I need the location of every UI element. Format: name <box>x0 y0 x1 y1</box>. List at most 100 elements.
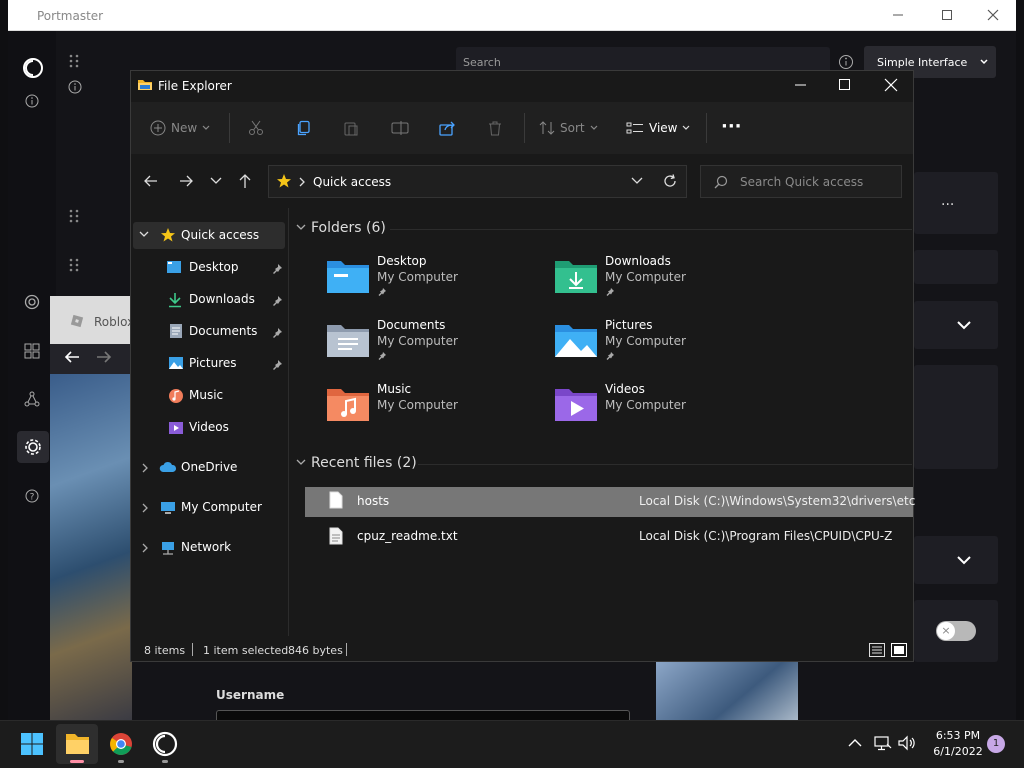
minimize-icon[interactable] <box>890 7 906 23</box>
trash-icon <box>489 121 501 136</box>
chevron-down-icon[interactable] <box>955 553 973 567</box>
start-windows-icon[interactable] <box>20 732 44 756</box>
portmaster-taskbar-icon[interactable] <box>152 731 178 763</box>
expand-chevron-icon[interactable] <box>139 231 149 239</box>
copy-button[interactable] <box>296 118 312 138</box>
desktop-folder-icon[interactable] <box>326 257 370 295</box>
recent-files-section-header[interactable]: Recent files (2) <box>311 455 417 471</box>
nav-item-network[interactable]: Network <box>181 540 231 554</box>
collapse-chevron-icon[interactable] <box>296 224 306 232</box>
back-arrow-icon[interactable] <box>63 349 81 365</box>
status-divider <box>346 643 347 656</box>
recent-file-name[interactable]: cpuz_readme.txt <box>357 529 458 543</box>
pin-icon[interactable] <box>271 359 283 371</box>
folder-name[interactable]: Downloads <box>605 254 671 268</box>
chrome-icon[interactable] <box>109 732 133 763</box>
close-icon[interactable] <box>884 78 898 92</box>
folder-name[interactable]: Pictures <box>605 318 653 332</box>
music-folder-icon[interactable] <box>326 385 370 423</box>
status-divider <box>192 643 193 656</box>
settings-button[interactable] <box>17 431 49 463</box>
details-view-icon[interactable] <box>869 643 885 657</box>
sort-button[interactable]: Sort <box>539 118 598 138</box>
recent-file-name[interactable]: hosts <box>357 494 389 508</box>
pane-divider[interactable] <box>288 208 289 636</box>
folders-section-header[interactable]: Folders (6) <box>311 220 386 236</box>
chevron-up-icon[interactable] <box>848 738 862 748</box>
rename-button[interactable] <box>391 118 409 138</box>
back-arrow-icon[interactable] <box>143 174 159 188</box>
document-icon <box>169 323 183 339</box>
active-indicator <box>70 760 84 763</box>
nav-item-onedrive[interactable]: OneDrive <box>181 460 237 474</box>
nav-item-videos[interactable]: Videos <box>189 420 229 434</box>
minimize-icon[interactable] <box>793 78 809 92</box>
chevron-down-icon[interactable] <box>955 318 973 332</box>
nav-item-my-computer[interactable]: My Computer <box>181 500 262 514</box>
apps-icon[interactable] <box>24 343 44 363</box>
nav-item-downloads[interactable]: Downloads <box>189 292 255 306</box>
network-icon[interactable] <box>24 391 44 411</box>
folder-name[interactable]: Music <box>377 382 411 396</box>
view-button[interactable]: View <box>626 118 690 138</box>
chevron-down-icon <box>683 125 690 130</box>
folder-name[interactable]: Desktop <box>377 254 427 268</box>
folder-location: My Computer <box>605 334 686 348</box>
nav-item-pictures[interactable]: Pictures <box>189 356 237 370</box>
recent-locations-chevron-icon[interactable] <box>210 177 222 185</box>
clock-time[interactable]: 6:53 PM <box>930 729 986 742</box>
downloads-folder-icon[interactable] <box>554 257 598 295</box>
tiles-view-icon[interactable] <box>891 643 907 657</box>
collapse-chevron-icon[interactable] <box>296 459 306 467</box>
more-options-icon[interactable]: ··· <box>721 116 742 137</box>
more-options-icon[interactable]: ··· <box>941 197 954 213</box>
pin-icon[interactable] <box>271 327 283 339</box>
info-icon[interactable] <box>838 54 854 70</box>
videos-folder-icon[interactable] <box>554 385 598 423</box>
breadcrumb-quick-access[interactable]: Quick access <box>313 175 391 189</box>
pin-icon[interactable] <box>271 263 283 275</box>
nav-item-music[interactable]: Music <box>189 388 223 402</box>
info-icon[interactable] <box>68 80 82 94</box>
maximize-icon[interactable] <box>939 7 955 23</box>
pin-icon[interactable] <box>271 295 283 307</box>
refresh-icon[interactable] <box>663 174 677 188</box>
monitor-icon[interactable] <box>24 294 44 314</box>
info-icon[interactable] <box>25 94 45 114</box>
window-title: File Explorer <box>158 79 232 93</box>
pictures-folder-icon[interactable] <box>554 321 598 359</box>
help-icon[interactable]: ? <box>25 489 45 509</box>
close-icon[interactable] <box>985 7 1001 23</box>
folder-name[interactable]: Documents <box>377 318 445 332</box>
drag-handle-icon[interactable] <box>67 257 81 273</box>
volume-icon[interactable] <box>898 735 916 751</box>
roblox-game-thumbnail[interactable] <box>50 374 132 720</box>
game-thumbnail[interactable] <box>656 662 798 720</box>
notification-badge[interactable]: 1 <box>987 735 1005 753</box>
taskbar-file-explorer[interactable] <box>56 724 98 764</box>
clock-date[interactable]: 6/1/2022 <box>930 745 986 758</box>
expand-chevron-icon[interactable] <box>141 503 149 513</box>
drag-handle-icon[interactable] <box>67 53 81 69</box>
forward-arrow-icon[interactable] <box>95 349 113 365</box>
forward-arrow-icon[interactable] <box>178 174 194 188</box>
maximize-icon[interactable] <box>838 78 852 92</box>
drag-handle-icon[interactable] <box>67 208 81 224</box>
delete-button[interactable] <box>487 118 503 138</box>
expand-chevron-icon[interactable] <box>141 543 149 553</box>
expand-chevron-icon[interactable] <box>141 463 149 473</box>
cut-button[interactable] <box>248 118 264 138</box>
toggle-switch[interactable]: × <box>936 621 976 641</box>
new-button[interactable]: New <box>150 118 210 138</box>
paste-button[interactable] <box>343 118 359 138</box>
folder-name[interactable]: Videos <box>605 382 645 396</box>
nav-item-documents[interactable]: Documents <box>189 324 257 338</box>
portmaster-logo-icon[interactable] <box>22 57 43 78</box>
up-arrow-icon[interactable] <box>238 173 252 189</box>
share-button[interactable] <box>439 118 457 138</box>
network-status-icon[interactable] <box>874 735 892 751</box>
documents-folder-icon[interactable] <box>326 321 370 359</box>
nav-item-desktop[interactable]: Desktop <box>189 260 239 274</box>
chevron-down-icon[interactable] <box>631 177 643 185</box>
running-indicator <box>162 760 168 763</box>
